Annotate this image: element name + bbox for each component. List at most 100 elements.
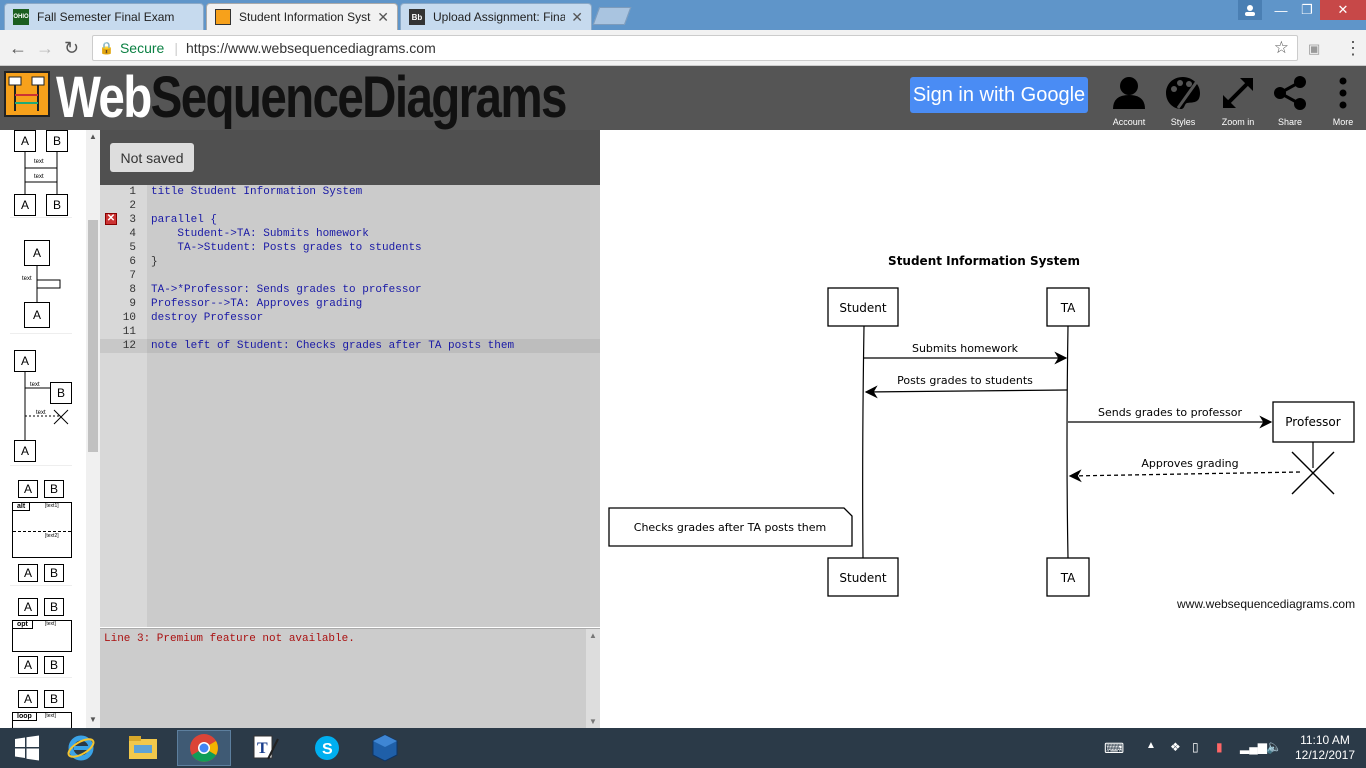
power-icon[interactable]: ▮: [1216, 740, 1223, 754]
reload-icon[interactable]: ↻: [64, 38, 79, 59]
snippet-create-destroy[interactable]: A text text B A: [10, 348, 72, 466]
scroll-down-icon[interactable]: ▼: [586, 717, 600, 726]
snippet-messages[interactable]: A B text text A B: [10, 130, 72, 218]
more-button[interactable]: More: [1318, 70, 1366, 130]
back-icon[interactable]: ←: [9, 38, 27, 59]
palette-msg: text: [34, 174, 44, 180]
palette-box: B: [44, 480, 64, 498]
device-icon[interactable]: ▯: [1192, 740, 1199, 754]
message-label: Approves grading: [1141, 457, 1238, 470]
snippet-opt[interactable]: A B opt [text] A B: [10, 596, 72, 678]
tray-expand-icon[interactable]: ▲: [1146, 740, 1156, 751]
code-line[interactable]: parallel {: [151, 213, 217, 227]
styles-button[interactable]: Styles: [1158, 70, 1208, 130]
keyboard-icon[interactable]: ⌨: [1104, 740, 1124, 757]
code-line[interactable]: title Student Information System: [151, 185, 362, 199]
code-line[interactable]: note left of Student: Checks grades afte…: [151, 339, 514, 353]
scroll-up-icon[interactable]: ▲: [586, 629, 600, 640]
explorer-icon[interactable]: [116, 730, 170, 766]
diagram-canvas[interactable]: Student Information System Student TA Su…: [600, 130, 1366, 728]
close-window-icon[interactable]: ✕: [1320, 0, 1366, 20]
scroll-up-icon[interactable]: ▲: [89, 132, 97, 141]
url-input[interactable]: 🔒 Secure | https://www.websequencediagra…: [92, 35, 1298, 61]
opt-cond: [text]: [45, 621, 56, 627]
opt-frame: opt [text]: [12, 620, 72, 652]
participant-label: Student: [839, 571, 887, 585]
code-editor[interactable]: title Student Information System paralle…: [147, 185, 600, 627]
palette-msg: text: [22, 276, 32, 282]
profile-icon[interactable]: [1238, 0, 1262, 20]
message-label: Submits homework: [912, 342, 1019, 355]
tab-label: Upload Assignment: Fina: [433, 10, 566, 24]
palette-box: A: [18, 598, 38, 616]
palette-scroll-thumb[interactable]: [88, 220, 98, 452]
start-icon[interactable]: [0, 730, 54, 766]
code-line[interactable]: TA->Student: Posts grades to students: [151, 241, 421, 255]
line-number: 2: [129, 200, 136, 212]
palette-box: B: [44, 598, 64, 616]
palette-box: A: [24, 240, 50, 266]
browser-titlebar: OHIO Fall Semester Final Exam Student In…: [0, 0, 1366, 30]
snippet-self-message[interactable]: A text A: [10, 234, 72, 334]
close-tab-icon[interactable]: ✕: [571, 9, 583, 26]
save-status-button[interactable]: Not saved: [110, 143, 194, 172]
typora-icon[interactable]: T: [238, 730, 292, 766]
new-tab-button[interactable]: [592, 7, 632, 25]
palette-msg: text: [30, 382, 40, 388]
active-line[interactable]: note left of Student: Checks grades afte…: [147, 339, 600, 353]
palette-box: B: [46, 194, 68, 216]
taskbar-clock[interactable]: 11:10 AM 12/12/2017: [1290, 733, 1360, 763]
zoom-in-button[interactable]: Zoom in: [1213, 70, 1263, 130]
code-line[interactable]: }: [151, 255, 158, 269]
more-icon: [1318, 70, 1366, 116]
ie-icon[interactable]: [54, 730, 108, 766]
snippet-loop[interactable]: A B loop [text]: [10, 688, 72, 728]
snippet-alt[interactable]: A B alt [text1] [text2] A B: [10, 478, 72, 586]
close-tab-icon[interactable]: ✕: [377, 9, 389, 26]
palette-scrollbar[interactable]: ▲ ▼: [86, 130, 100, 728]
secure-label: Secure: [119, 40, 165, 56]
code-line[interactable]: destroy Professor: [151, 311, 263, 325]
tab-upload-assignment[interactable]: Bb Upload Assignment: Fina ✕: [400, 3, 592, 30]
code-line[interactable]: Student->TA: Submits homework: [151, 227, 368, 241]
line-number: 9: [129, 298, 136, 310]
site-logo[interactable]: WebSequenceDiagrams: [56, 66, 567, 130]
share-label: Share: [1277, 117, 1303, 127]
line-number: 12: [122, 340, 136, 352]
code-line[interactable]: Professor-->TA: Approves grading: [151, 297, 362, 311]
error-marker-icon[interactable]: ✕: [105, 213, 117, 225]
share-button[interactable]: Share: [1265, 70, 1315, 130]
volume-icon[interactable]: 🔈: [1266, 739, 1282, 755]
chrome-menu-icon[interactable]: ⋮: [1344, 38, 1362, 59]
palette-box: A: [18, 656, 38, 674]
maximize-icon[interactable]: ❐: [1294, 0, 1320, 20]
palette-box: B: [44, 656, 64, 674]
error-scrollbar[interactable]: ▲ ▼: [586, 629, 600, 728]
scroll-down-icon[interactable]: ▼: [89, 715, 97, 724]
tab-fall-semester[interactable]: OHIO Fall Semester Final Exam: [4, 3, 204, 30]
alt-cond1: [text1]: [45, 503, 59, 509]
error-panel: Line 3: Premium feature not available. ▲…: [100, 628, 600, 728]
skype-icon[interactable]: S: [300, 730, 354, 766]
palette-box: B: [44, 690, 64, 708]
extension-icon[interactable]: ▣: [1308, 41, 1320, 57]
sequence-diagram: Student Information System Student TA Su…: [608, 254, 1355, 597]
tab-student-information[interactable]: Student Information Syst ✕: [206, 3, 398, 30]
network-icon[interactable]: ▂▄▆: [1240, 740, 1267, 754]
code-line[interactable]: TA->*Professor: Sends grades to professo…: [151, 283, 422, 297]
virtualbox-icon[interactable]: [358, 730, 412, 766]
chrome-icon[interactable]: [177, 730, 231, 766]
clock-date: 12/12/2017: [1294, 748, 1356, 762]
bookmark-star-icon[interactable]: ☆: [1274, 38, 1289, 58]
wsd-logo-icon[interactable]: [4, 71, 50, 117]
forward-icon[interactable]: →: [36, 38, 54, 59]
zoom-icon: [1213, 70, 1263, 116]
watermark-link[interactable]: www.websequencediagrams.com: [1177, 597, 1355, 611]
palette-box: B: [50, 382, 72, 404]
line-number: 11: [122, 326, 136, 338]
sign-in-google-button[interactable]: Sign in with Google: [910, 77, 1088, 113]
dropbox-icon[interactable]: ❖: [1170, 740, 1181, 754]
minimize-icon[interactable]: —: [1268, 0, 1294, 20]
account-button[interactable]: Account: [1104, 70, 1154, 130]
error-message: Line 3: Premium feature not available.: [104, 633, 355, 645]
